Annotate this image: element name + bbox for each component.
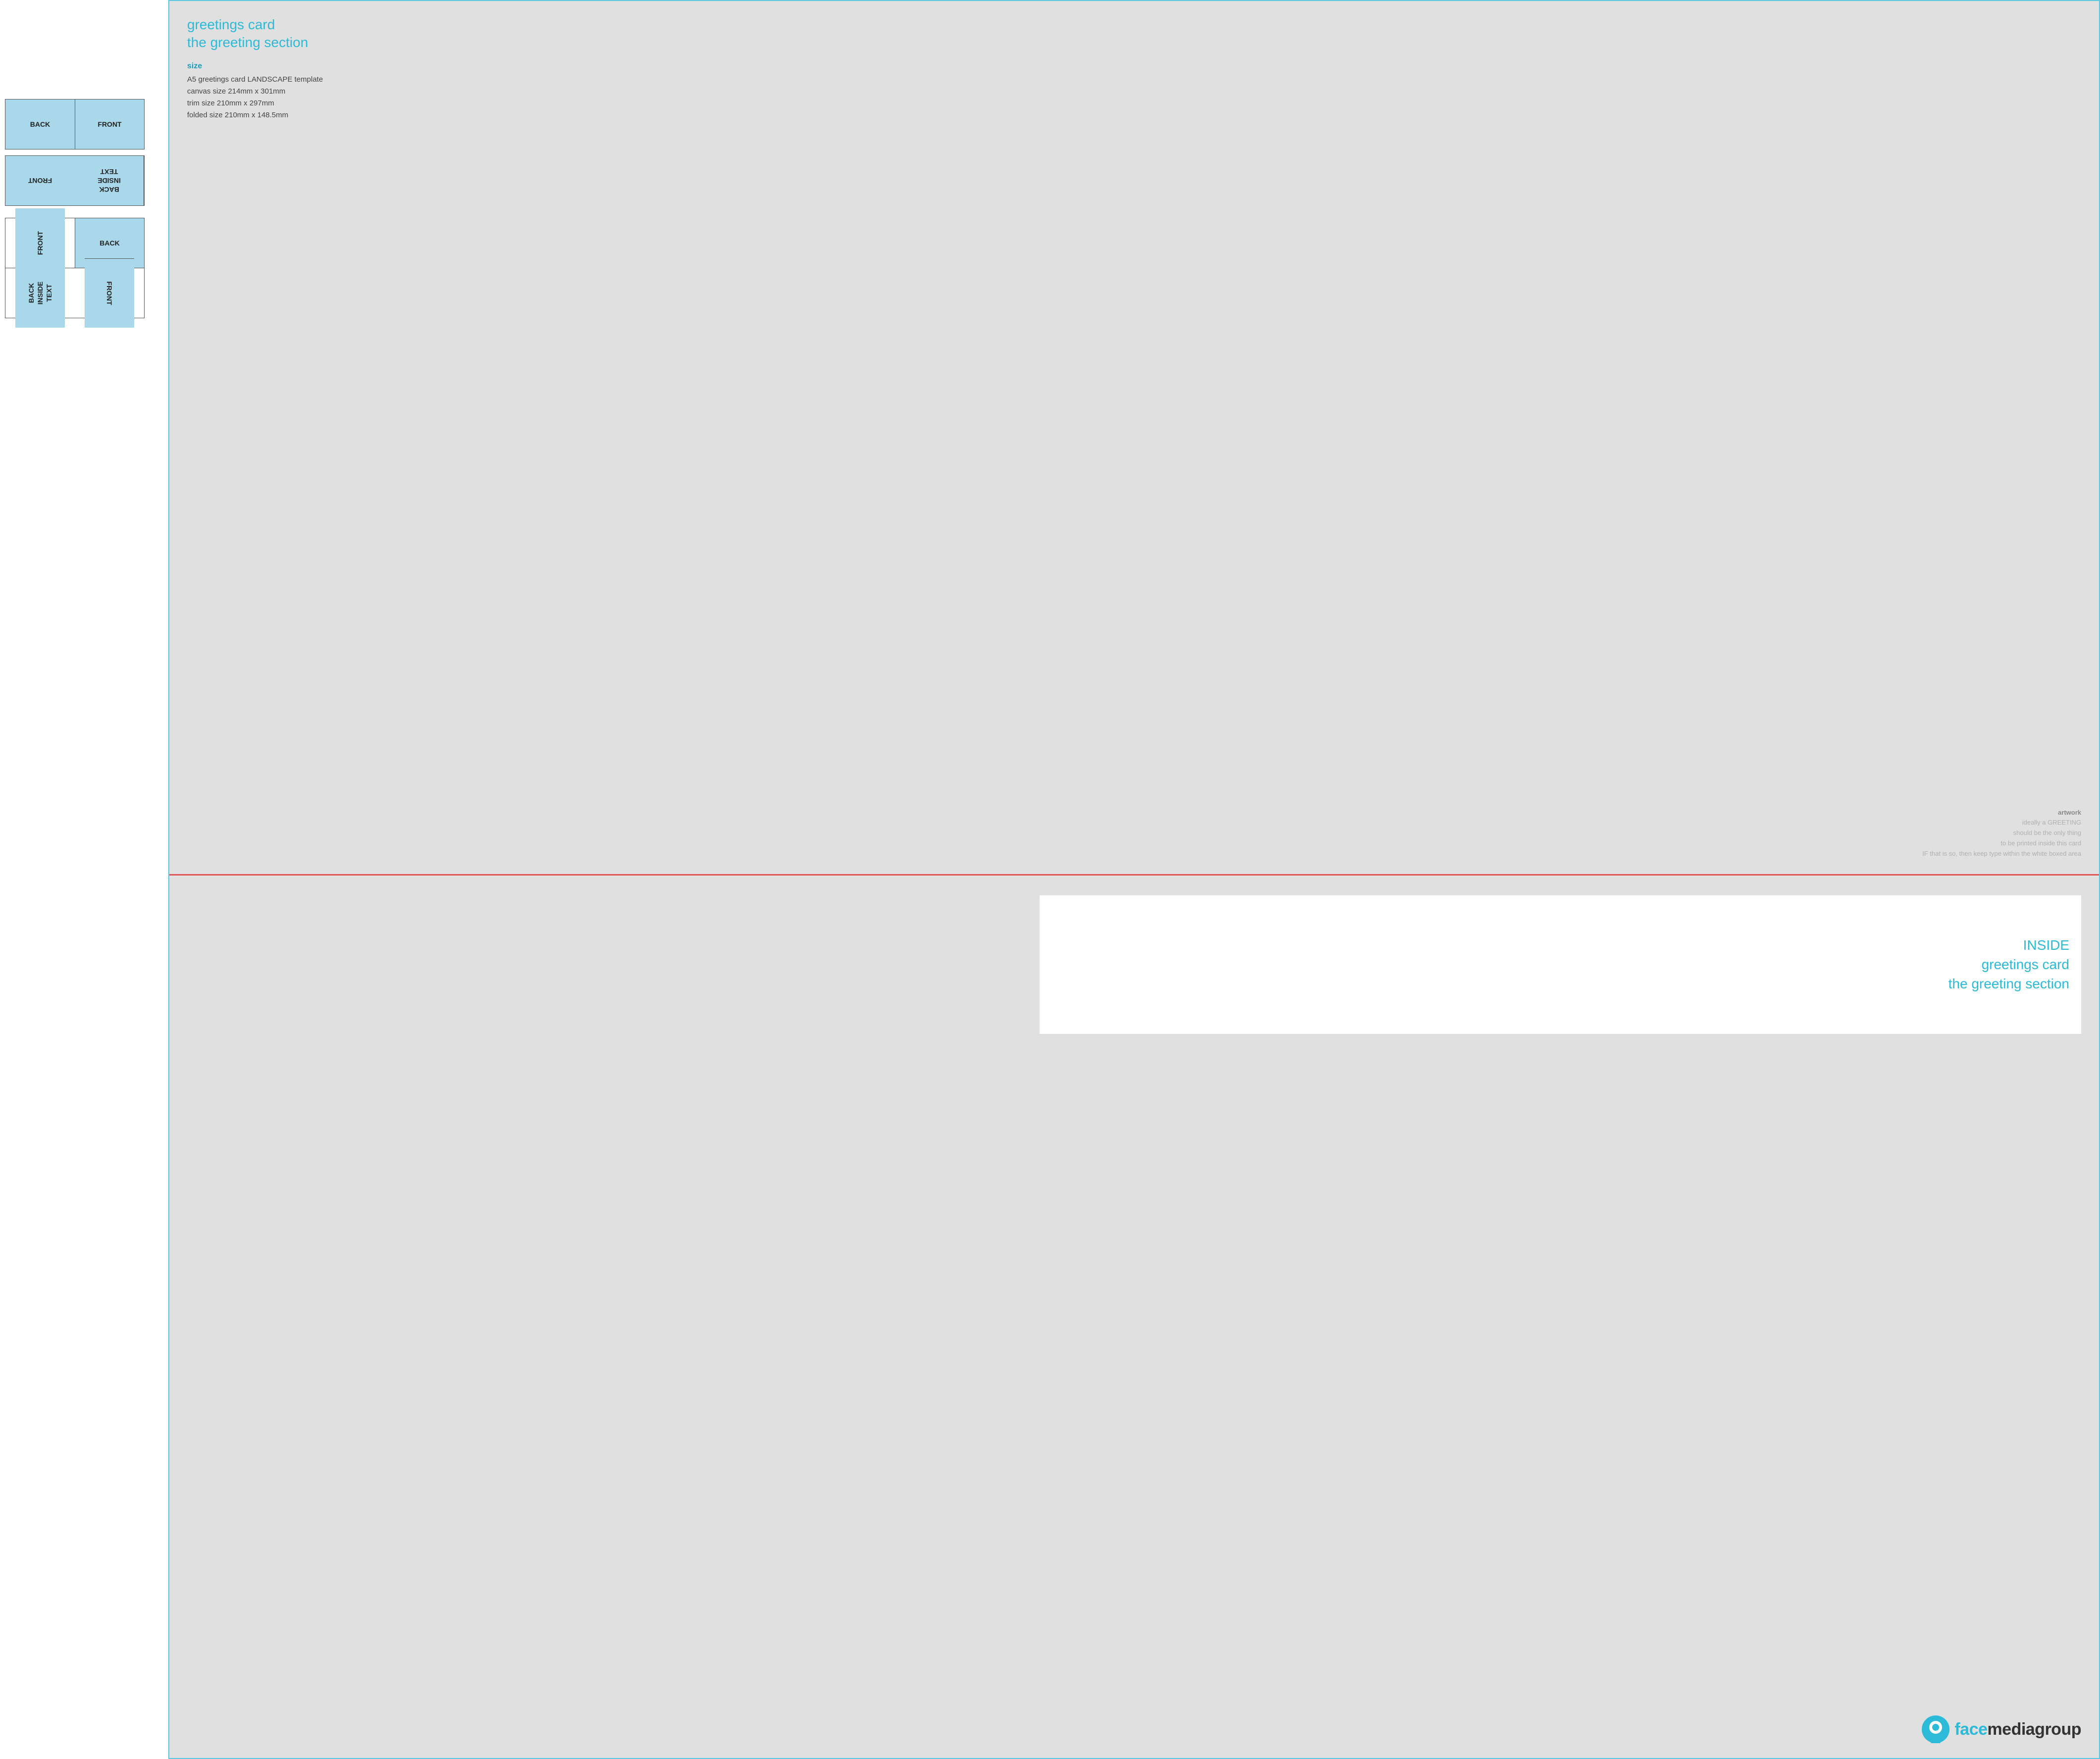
card-group-1-row2: FRONT BACKINSIDETEXT	[5, 155, 145, 206]
logo-area: facemediagroup	[187, 1710, 2081, 1743]
bottom-section: INSIDE greetings card the greeting secti…	[169, 876, 2099, 1759]
cell-front-flipped: FRONT	[5, 156, 75, 205]
inside-text: INSIDE greetings card the greeting secti…	[1949, 935, 2069, 994]
card-group-2: FRONT BACK BACKINSIDETEXT FRONT	[5, 218, 145, 318]
logo-wordmark: facemediagroup	[1954, 1720, 2081, 1739]
cell-back-1: BACK	[5, 99, 75, 149]
cell-back-inside-flipped: BACKINSIDETEXT	[75, 156, 144, 205]
face-icon	[1922, 1715, 1950, 1743]
top-section: greetings card the greeting section size…	[169, 1, 2099, 876]
top-title: greetings card the greeting section	[187, 16, 2081, 52]
size-details: A5 greetings card LANDSCAPE template can…	[187, 74, 2081, 121]
cell-back-inside-rotated: BACKINSIDETEXT	[15, 258, 65, 328]
facemediagroup-logo: facemediagroup	[1922, 1715, 2081, 1743]
card-group-1: BACK FRONT	[5, 99, 145, 149]
right-panel: greetings card the greeting section size…	[168, 0, 2100, 1759]
artwork-note: artwork ideally a GREETING should be the…	[1922, 808, 2081, 859]
card-group-2-row2: BACKINSIDETEXT FRONT	[5, 268, 144, 318]
card-group-2-wrapper: FRONT BACK BACKINSIDETEXT FRONT	[5, 218, 145, 318]
size-label: size	[187, 62, 2081, 71]
cell-front-rotated-right: FRONT	[85, 258, 134, 328]
cell-front-1: FRONT	[75, 99, 144, 149]
left-panel: BACK FRONT FRONT BACKINSIDETEXT FRONT BA…	[0, 0, 168, 1759]
inside-box: INSIDE greetings card the greeting secti…	[1040, 895, 2081, 1034]
